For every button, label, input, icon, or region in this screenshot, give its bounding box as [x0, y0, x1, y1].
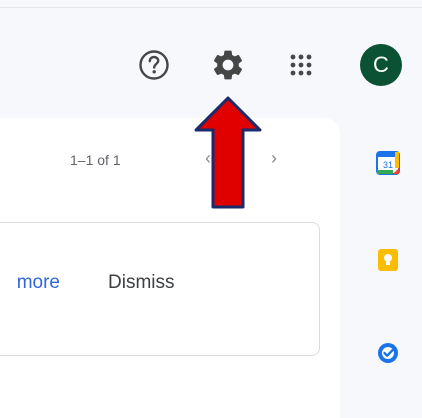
- top-divider: [0, 7, 422, 8]
- help-button[interactable]: [134, 45, 174, 85]
- avatar-letter: C: [373, 52, 389, 77]
- calendar-date: 31: [383, 160, 393, 170]
- chevron-right-icon[interactable]: ›: [266, 148, 282, 168]
- apps-grid-icon: [290, 54, 312, 76]
- pagination-range: 1–1 of 1: [70, 152, 121, 168]
- tasks-icon[interactable]: [375, 340, 401, 366]
- keep-icon[interactable]: [375, 247, 401, 273]
- main-content-panel: 1–1 of 1 ‹ › more Dismiss: [0, 118, 340, 418]
- gear-icon: [213, 50, 243, 80]
- calendar-icon[interactable]: 31: [375, 150, 401, 176]
- help-circle-icon: [139, 50, 169, 80]
- annotation-up-arrow: [194, 96, 262, 209]
- account-avatar[interactable]: C: [360, 44, 402, 86]
- settings-button[interactable]: [208, 45, 248, 85]
- apps-button[interactable]: [281, 45, 321, 85]
- dismiss-button[interactable]: Dismiss: [108, 272, 175, 294]
- learn-more-link[interactable]: more: [0, 272, 60, 294]
